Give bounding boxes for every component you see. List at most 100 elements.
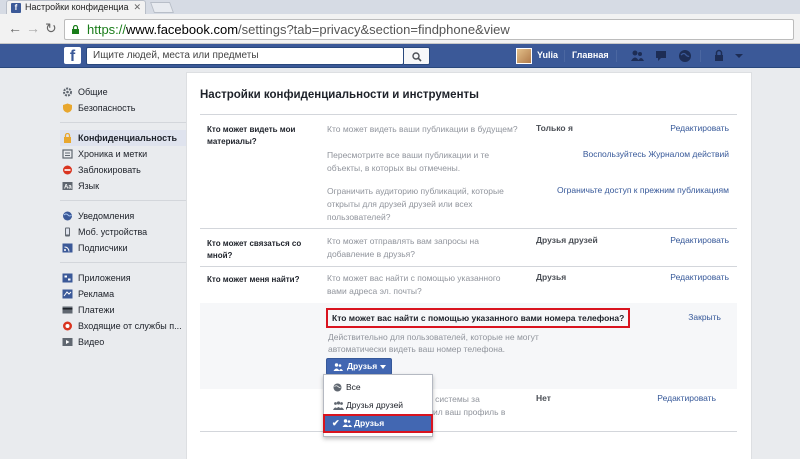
svg-text:Aa: Aa — [64, 185, 72, 191]
account-menu-chevron-down-icon[interactable] — [732, 49, 746, 63]
back-arrow-icon[interactable]: ← — [8, 21, 22, 35]
row-question-partial: е системы за дил ваш профиль в — [428, 394, 506, 417]
notifications-globe-icon[interactable] — [678, 49, 692, 63]
sidebar-item-general[interactable]: Общие — [60, 84, 186, 100]
sidebar-item-payments[interactable]: Платежи — [60, 302, 186, 318]
browser-tab-strip: f Настройки конфиденциа ✕ — [0, 0, 800, 14]
audience-selector-button[interactable]: Друзья — [326, 358, 392, 375]
avatar[interactable] — [516, 48, 532, 64]
sidebar-item-label: Платежи — [78, 305, 115, 315]
new-tab-button[interactable] — [149, 2, 175, 13]
section-title: Кто может связаться со мной? — [207, 239, 302, 260]
audience-option-friends[interactable]: ✔ Друзья — [323, 414, 433, 433]
sidebar-item-label: Безопасность — [78, 103, 136, 113]
url-host: www.facebook.com — [126, 22, 239, 37]
ads-icon — [62, 289, 73, 299]
payments-icon — [62, 306, 73, 314]
audience-option-friends-of-friends[interactable]: Друзья друзей — [324, 397, 432, 414]
rss-icon — [62, 243, 73, 253]
sidebar-item-label: Приложения — [78, 273, 131, 283]
sidebar-item-privacy[interactable]: Конфиденциальность — [60, 130, 186, 146]
messages-icon[interactable] — [654, 49, 668, 63]
sidebar-item-label: Хроника и метки — [78, 149, 148, 159]
section-title: Кто может видеть мои материалы? — [207, 125, 296, 146]
audience-option-label: Все — [346, 382, 361, 392]
phone-lookup-question: Кто может вас найти с помощью указанного… — [326, 308, 631, 328]
friends-of-friends-icon — [333, 401, 344, 410]
url-path: /settings?tab=privacy&section=findphone&… — [238, 22, 510, 37]
facebook-logo-icon[interactable]: f — [64, 47, 81, 65]
sidebar-item-video[interactable]: Видео — [60, 334, 186, 350]
close-link[interactable]: Закрыть — [688, 312, 721, 322]
section-divider — [200, 431, 737, 432]
limit-past-posts-link[interactable]: Ограничьте доступ к прежним публикациям — [557, 185, 729, 195]
audience-dropdown-menu: Все Друзья друзей ✔ Друзья — [323, 374, 433, 437]
support-icon — [63, 321, 72, 331]
sidebar-item-language[interactable]: Aa Язык — [60, 178, 186, 194]
row-question: Пересмотрите все ваши публикации и те об… — [327, 150, 490, 173]
sidebar-divider — [60, 122, 186, 123]
shield-icon — [63, 103, 72, 113]
privacy-shortcuts-icon[interactable] — [712, 49, 726, 63]
sidebar-item-mobile[interactable]: Моб. устройства — [60, 224, 186, 240]
friend-requests-icon[interactable] — [630, 49, 644, 63]
sidebar-item-apps[interactable]: Приложения — [60, 270, 186, 286]
row-question: Кто может видеть ваши публикации в будущ… — [327, 124, 518, 134]
sidebar-item-ads[interactable]: Реклама — [60, 286, 186, 302]
sidebar-divider — [60, 262, 186, 263]
sidebar-item-security[interactable]: Безопасность — [60, 100, 186, 116]
sidebar-item-support-inbox[interactable]: Входящие от службы п... — [60, 318, 186, 334]
page-title: Настройки конфиденциальности и инструмен… — [200, 89, 479, 101]
edit-link[interactable]: Редактировать — [670, 235, 729, 245]
sidebar-item-notifications[interactable]: Уведомления — [60, 208, 186, 224]
secure-lock-icon — [72, 25, 79, 34]
activity-log-link[interactable]: Воспользуйтесь Журналом действий — [583, 149, 729, 159]
tab-close-icon[interactable]: ✕ — [133, 1, 141, 14]
edit-link[interactable]: Редактировать — [670, 272, 729, 282]
row-value: Нет — [536, 393, 551, 403]
section-title: Кто может меня найти? — [207, 275, 300, 284]
forward-arrow-icon[interactable]: → — [26, 21, 40, 35]
url-input[interactable]: https://www.facebook.com/settings?tab=pr… — [64, 19, 794, 40]
privacy-settings-panel: Настройки конфиденциальности и инструмен… — [186, 72, 752, 459]
sidebar-item-timeline[interactable]: Хроника и метки — [60, 146, 186, 162]
checkmark-icon: ✔ — [332, 418, 340, 428]
edit-link[interactable]: Редактировать — [670, 123, 729, 133]
edit-link[interactable]: Редактировать — [657, 393, 716, 403]
row-value: Друзья — [536, 272, 567, 282]
search-input[interactable]: Ищите людей, места или предметы — [86, 47, 404, 65]
sidebar-item-followers[interactable]: Подписчики — [60, 240, 186, 256]
gear-icon — [63, 87, 72, 97]
section-who-can-see: Кто может видеть мои материалы? Кто може… — [200, 115, 737, 229]
phone-lookup-expanded: Кто может вас найти с помощью указанного… — [200, 303, 737, 389]
row-question: Кто может вас найти с помощью указанного… — [327, 273, 501, 296]
apps-icon — [62, 273, 73, 283]
video-icon — [62, 338, 73, 346]
sidebar-item-label: Конфиденциальность — [78, 133, 178, 143]
audience-selector-label: Друзья — [347, 361, 378, 371]
audience-option-public[interactable]: Все — [324, 379, 432, 396]
language-icon: Aa — [62, 182, 73, 191]
settings-sidebar: Общие Безопасность Конфиденциальность Хр… — [60, 84, 186, 350]
search-button[interactable] — [404, 47, 430, 65]
browser-tab[interactable]: f Настройки конфиденциа ✕ — [6, 0, 146, 14]
sidebar-item-blocking[interactable]: Заблокировать — [60, 162, 186, 178]
lock-icon — [64, 133, 71, 143]
divider — [700, 50, 701, 62]
globe-icon — [63, 211, 72, 221]
reload-icon[interactable]: ↻ — [45, 21, 57, 35]
row-question: Кто может отправлять вам запросы на доба… — [327, 236, 479, 259]
divider — [616, 50, 617, 62]
globe-icon — [333, 383, 342, 392]
divider — [564, 50, 565, 62]
section-who-can-contact: Кто может связаться со мной? Кто может о… — [200, 229, 737, 267]
profile-link[interactable]: Yulia — [537, 50, 558, 60]
sidebar-item-label: Уведомления — [78, 211, 135, 221]
row-value: Только я — [536, 123, 573, 133]
timeline-icon — [62, 149, 73, 159]
url-scheme: https:// — [87, 22, 127, 37]
friends-icon — [333, 363, 343, 371]
home-link[interactable]: Главная — [572, 50, 609, 60]
audience-option-label: Друзья друзей — [346, 400, 404, 410]
tab-title: Настройки конфиденциа — [25, 2, 129, 12]
